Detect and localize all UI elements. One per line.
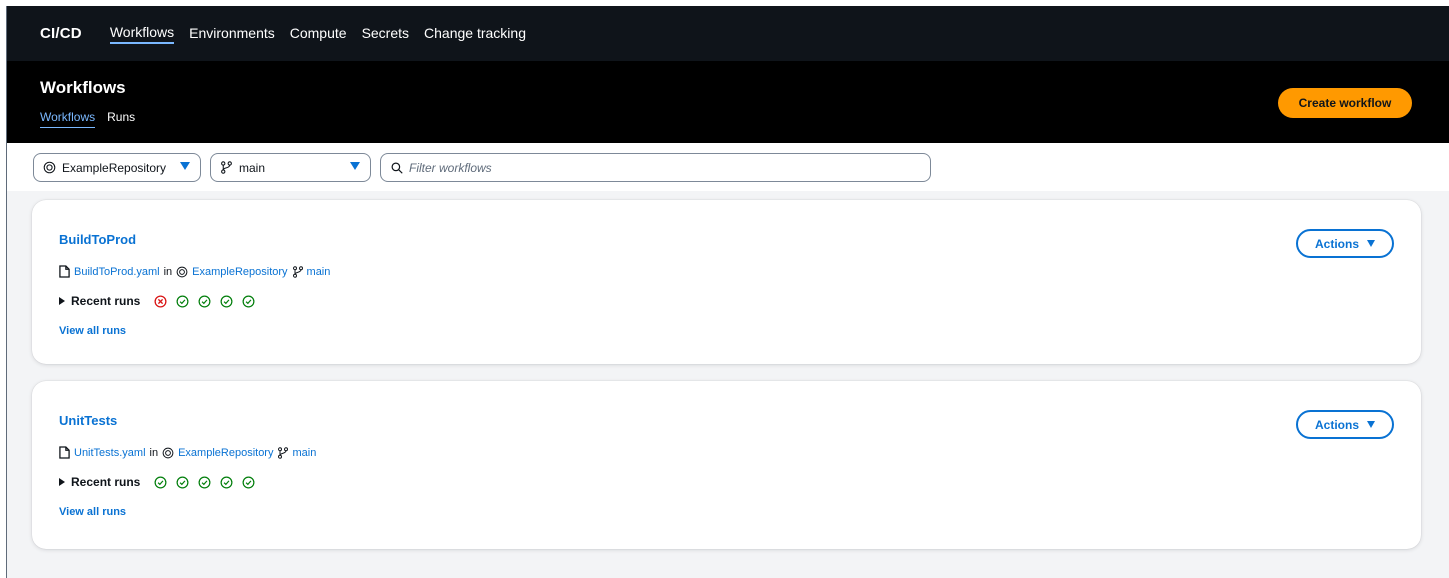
recent-runs: Recent runs [59,475,264,489]
chevron-down-icon [1367,421,1375,428]
chevron-down-icon [350,162,360,170]
search-input[interactable] [409,160,909,175]
in-text: in [149,446,159,459]
branch-icon [220,161,233,174]
in-text: in [163,265,173,278]
search-icon [391,162,403,174]
actions-label: Actions [1314,236,1359,251]
repository-icon [43,161,56,174]
expand-caret-icon[interactable] [59,297,65,305]
run-succeeded-icon[interactable] [154,476,167,489]
workflow-card: UnitTests UnitTests.yaml in ExampleRepos… [32,381,1421,549]
nav-workflows[interactable]: Workflows [109,24,175,44]
chevron-down-icon [180,162,190,170]
file-icon [59,265,70,278]
repository-link[interactable]: ExampleRepository [192,266,287,278]
run-succeeded-icon[interactable] [242,476,255,489]
workflow-name-link[interactable]: UnitTests [59,413,117,428]
workflow-file-link[interactable]: BuildToProd.yaml [74,266,160,278]
run-succeeded-icon[interactable] [176,295,189,308]
tab-workflows[interactable]: Workflows [40,110,96,128]
filter-bar: ExampleRepository main [7,143,1449,191]
top-navigation: CI/CD Workflows Environments Compute Sec… [7,6,1449,61]
actions-dropdown-button[interactable]: Actions [1296,229,1394,258]
repository-icon [176,266,188,278]
branch-icon [292,265,304,278]
search-field [380,153,931,182]
page-header: Workflows Workflows Runs Create workflow [7,61,1449,143]
run-failed-icon[interactable] [154,294,167,308]
workflow-card: BuildToProd BuildToProd.yaml in ExampleR… [32,200,1421,364]
branch-link[interactable]: main [292,447,316,459]
workflow-meta: UnitTests.yaml in ExampleRepository main [59,446,316,459]
nav-environments[interactable]: Environments [189,25,275,43]
run-succeeded-icon[interactable] [198,476,211,489]
header-tabs: Workflows Runs [40,110,147,128]
repository-select-value: ExampleRepository [62,160,167,175]
workflow-file-link[interactable]: UnitTests.yaml [74,447,146,459]
expand-caret-icon[interactable] [59,478,65,486]
workflow-name-link[interactable]: BuildToProd [59,232,136,247]
run-succeeded-icon[interactable] [220,295,233,308]
repository-icon [162,447,174,459]
view-all-runs-link[interactable]: View all runs [59,325,126,337]
recent-runs-toggle[interactable]: Recent runs [71,294,140,308]
view-all-runs-link[interactable]: View all runs [59,506,126,518]
page-title: Workflows [40,78,126,97]
chevron-down-icon [1367,240,1375,247]
actions-dropdown-button[interactable]: Actions [1296,410,1394,439]
branch-link[interactable]: main [307,266,331,278]
nav-secrets[interactable]: Secrets [362,25,409,43]
nav-compute[interactable]: Compute [290,25,347,43]
create-workflow-button[interactable]: Create workflow [1278,88,1412,118]
recent-runs-toggle[interactable]: Recent runs [71,475,140,489]
repository-select[interactable]: ExampleRepository [33,153,201,182]
app-frame: CI/CD Workflows Environments Compute Sec… [6,6,1449,578]
tab-runs[interactable]: Runs [107,110,135,128]
brand-title: CI/CD [40,25,82,42]
branch-icon [277,446,289,459]
workflow-meta: BuildToProd.yaml in ExampleRepository ma… [59,265,330,278]
actions-label: Actions [1314,417,1359,432]
branch-select-value: main [239,160,266,175]
run-succeeded-icon[interactable] [242,295,255,308]
recent-runs: Recent runs [59,294,264,308]
nav-change-tracking[interactable]: Change tracking [424,25,526,43]
run-succeeded-icon[interactable] [220,476,233,489]
branch-select[interactable]: main [210,153,371,182]
repository-link[interactable]: ExampleRepository [178,447,273,459]
file-icon [59,446,70,459]
run-succeeded-icon[interactable] [176,476,189,489]
run-succeeded-icon[interactable] [198,295,211,308]
